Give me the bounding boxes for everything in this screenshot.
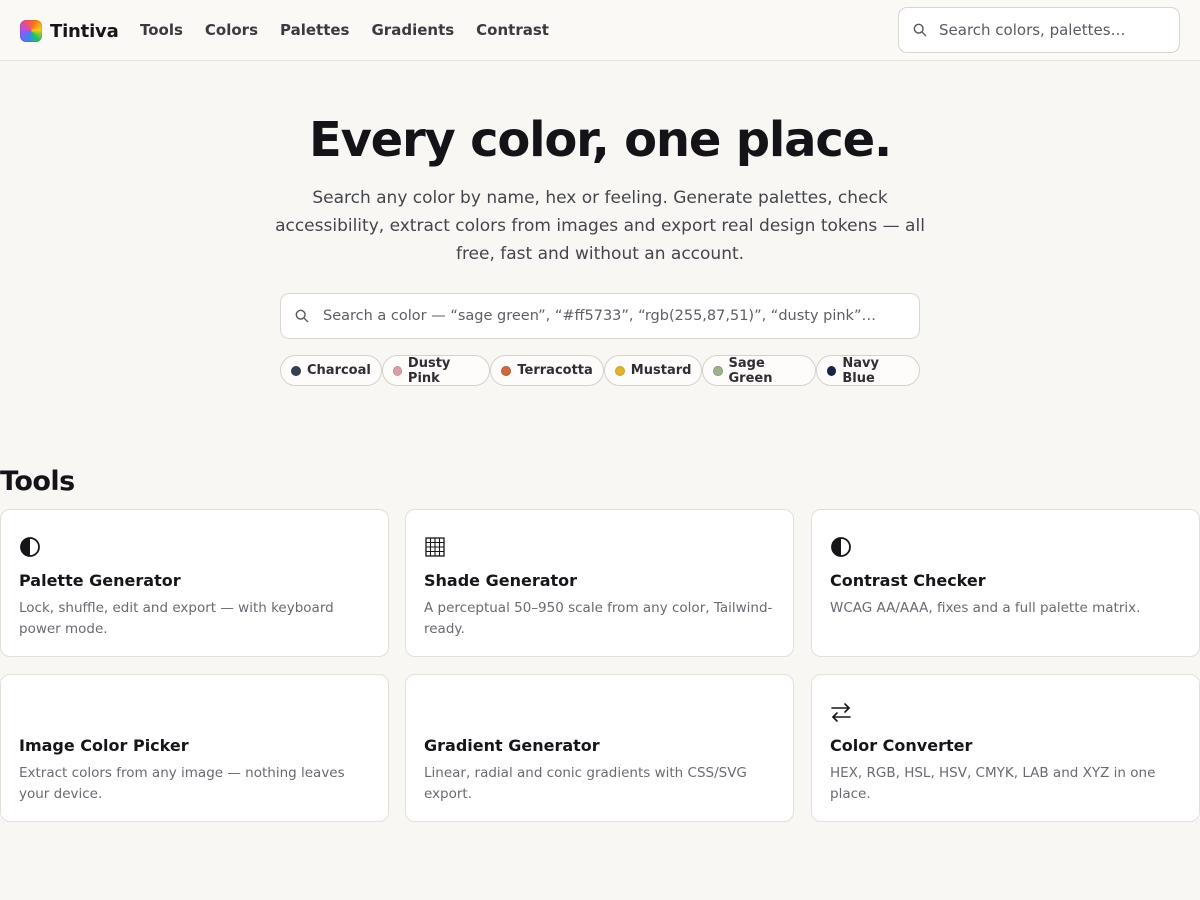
header-search-box[interactable]: [898, 7, 1180, 53]
color-swatch-dot: [827, 365, 837, 376]
search-icon: [295, 309, 309, 323]
brand-logo[interactable]: Tintiva: [20, 20, 119, 42]
color-chip-terracotta[interactable]: Terracotta: [490, 355, 604, 386]
tool-card-title: Contrast Checker: [830, 571, 986, 590]
tool-card-color-converter[interactable]: Color Converter HEX, RGB, HSL, HSV, CMYK…: [811, 674, 1200, 822]
tool-card-title: Shade Generator: [424, 571, 578, 590]
search-icon: [913, 23, 927, 37]
tool-card-description: HEX, RGB, HSL, HSV, CMYK, LAB and XYZ in…: [830, 765, 1156, 802]
swap-arrows-icon: [831, 703, 851, 722]
chip-label: Navy Blue: [842, 355, 879, 386]
color-swatch-dot: [291, 365, 301, 376]
tool-card-shade-generator[interactable]: Shade Generator A perceptual 50–950 scal…: [405, 509, 794, 657]
tool-card-description: A perceptual 50–950 scale from any color…: [424, 600, 773, 637]
color-chip-sage-green[interactable]: Sage Green: [702, 355, 817, 386]
chip-label: Dusty Pink: [407, 355, 451, 386]
tool-card-description: Linear, radial and conic gradients with …: [424, 765, 747, 802]
grid-icon: [425, 537, 445, 557]
color-chip-mustard[interactable]: Mustard: [603, 355, 703, 386]
color-swatch-dot: [614, 365, 625, 376]
tool-card-title: Palette Generator: [19, 571, 181, 590]
color-chip-navy-blue[interactable]: Navy Blue: [816, 355, 921, 386]
suggested-colors: Charcoal Dusty Pink Terracotta Mustard S…: [280, 355, 921, 387]
tool-card-description: Lock, shuffle, edit and export — with ke…: [19, 600, 334, 637]
color-swatch-dot: [501, 365, 512, 376]
logo-mark-icon: [20, 20, 42, 42]
brand-name: Tintiva: [50, 20, 119, 42]
hero-search-input[interactable]: [323, 308, 913, 324]
nav-link-palettes[interactable]: Palettes: [280, 21, 349, 39]
color-chip-dusty-pink[interactable]: Dusty Pink: [381, 355, 491, 386]
nav-link-colors[interactable]: Colors: [205, 21, 258, 39]
tool-card-image-color-picker[interactable]: Image Color Picker Extract colors from a…: [0, 674, 389, 822]
tool-card-gradient-generator[interactable]: Gradient Generator Linear, radial and co…: [405, 674, 794, 822]
chip-label: Mustard: [630, 363, 692, 378]
tool-card-contrast-checker[interactable]: Contrast Checker WCAG AA/AAA, fixes and …: [811, 509, 1200, 657]
nav-link-tools[interactable]: Tools: [140, 21, 183, 39]
half-circle-icon: [831, 537, 851, 557]
nav-link-gradients[interactable]: Gradients: [372, 21, 455, 39]
chip-label: Charcoal: [307, 363, 371, 378]
chip-label: Terracotta: [517, 363, 593, 378]
color-swatch-dot: [713, 365, 723, 376]
main-nav: Tools Colors Palettes Gradients Contrast: [140, 21, 571, 39]
hero-title: Every color, one place.: [309, 112, 892, 168]
tool-card-title: Gradient Generator: [424, 736, 600, 755]
tool-card-title: Image Color Picker: [19, 736, 189, 755]
nav-link-contrast[interactable]: Contrast: [476, 21, 549, 39]
hero-search-box[interactable]: [280, 293, 920, 339]
tool-card-description: WCAG AA/AAA, fixes and a full palette ma…: [830, 600, 1141, 616]
top-navigation-bar: Tintiva Tools Colors Palettes Gradients …: [0, 0, 1200, 61]
tools-heading: Tools: [0, 466, 75, 497]
header-search-input[interactable]: [939, 21, 1169, 39]
tool-card-title: Color Converter: [830, 736, 973, 755]
hero-subtitle: Search any color by name, hex or feeling…: [275, 188, 925, 264]
color-chip-charcoal[interactable]: Charcoal: [280, 355, 382, 386]
chip-label: Sage Green: [728, 355, 773, 386]
tool-card-palette-generator[interactable]: Palette Generator Lock, shuffle, edit an…: [0, 509, 389, 657]
color-swatch-dot: [392, 365, 402, 376]
tool-card-description: Extract colors from any image — nothing …: [19, 765, 345, 802]
half-circle-icon: [20, 537, 40, 557]
